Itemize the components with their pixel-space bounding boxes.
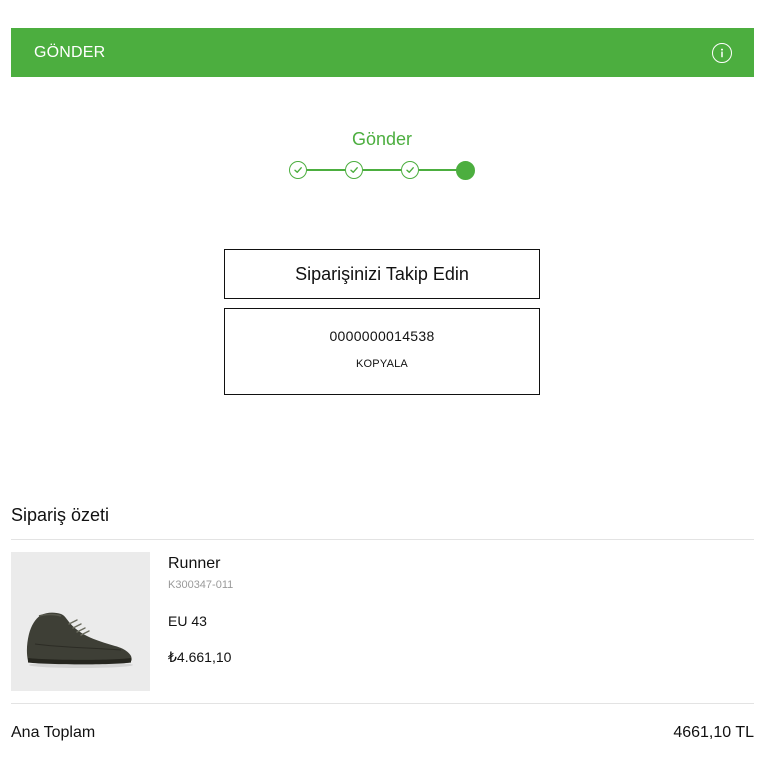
product-name: Runner [168, 555, 221, 572]
copy-button[interactable]: KOPYALA [356, 358, 408, 370]
step-completed [401, 161, 419, 179]
divider [11, 703, 754, 704]
step-active [456, 160, 475, 180]
step-completed [289, 161, 307, 179]
progress-stepper [289, 160, 477, 180]
header-title: GÖNDER [34, 43, 106, 61]
header-bar: GÖNDER [11, 28, 754, 77]
product-size: EU 43 [168, 613, 207, 629]
check-icon [350, 167, 358, 174]
grand-total-value: 4661,10 TL [673, 724, 754, 741]
check-icon [406, 167, 414, 174]
info-icon[interactable] [712, 42, 732, 63]
product-price: ₺4.661,10 [168, 649, 232, 665]
step-connector [307, 169, 345, 171]
divider [11, 539, 754, 540]
order-summary-title: Sipariş özeti [11, 505, 110, 525]
track-order-button[interactable]: Siparişinizi Takip Edin [224, 249, 540, 299]
order-number-box: 0000000014538 KOPYALA [224, 308, 540, 395]
check-icon [294, 167, 302, 174]
step-completed [345, 161, 363, 179]
order-number: 0000000014538 [329, 328, 435, 344]
grand-total-label: Ana Toplam [11, 724, 96, 741]
order-confirmation-page: GÖNDER Gönder Siparişinizi Takip Edin 00… [0, 0, 768, 768]
track-order-label: Siparişinizi Takip Edin [295, 263, 469, 284]
stepper-title: Gönder [351, 129, 413, 149]
product-sku: K300347-011 [168, 579, 234, 591]
step-connector [419, 169, 457, 171]
shoe-image [11, 552, 150, 691]
step-connector [363, 169, 401, 171]
